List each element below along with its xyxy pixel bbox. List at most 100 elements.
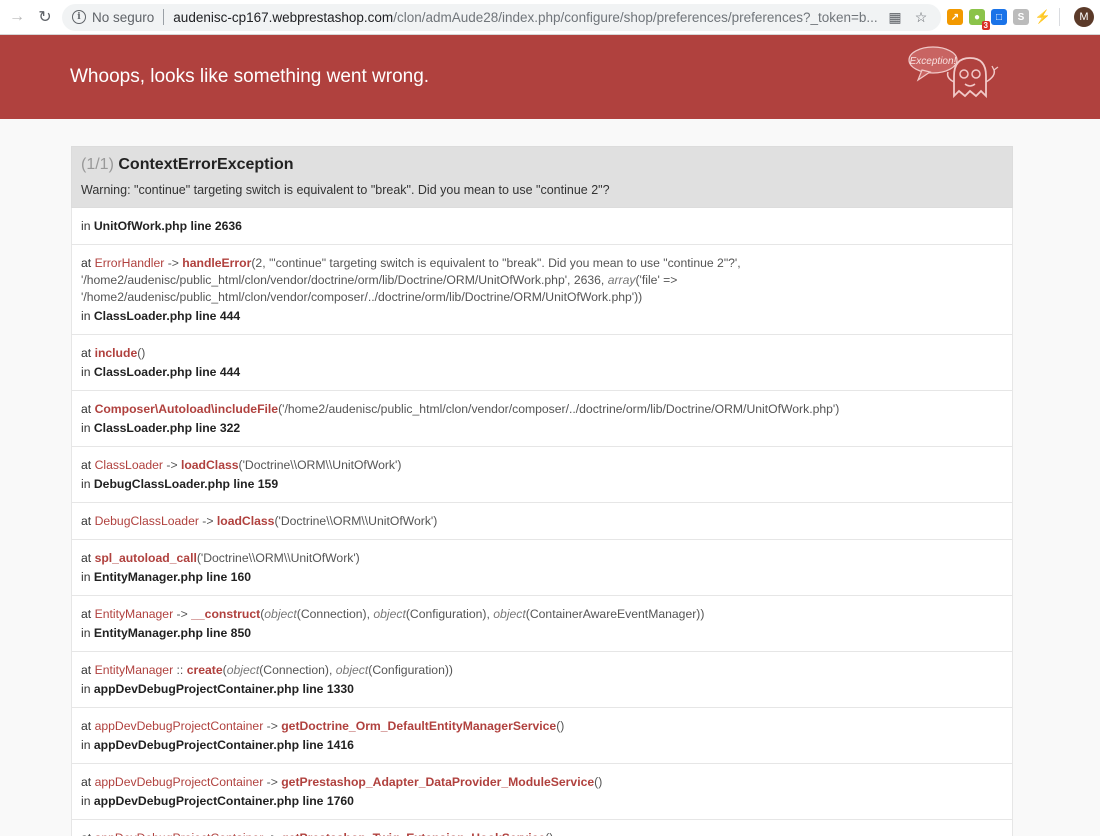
trace-operator: :: bbox=[173, 663, 187, 677]
trace-at: at bbox=[81, 402, 95, 416]
trace-row: at spl_autoload_call('Doctrine\\ORM\\Uni… bbox=[71, 540, 1013, 596]
trace-at: at bbox=[81, 775, 95, 789]
trace-location-file: ClassLoader.php line 444 bbox=[93, 365, 241, 379]
trace-at: at bbox=[81, 607, 95, 621]
trace-at: at bbox=[81, 256, 95, 270]
trace-location-file: ClassLoader.php line 322 bbox=[93, 421, 241, 435]
trace-class: ErrorHandler bbox=[94, 256, 165, 270]
trace-args: ('Doctrine\\ORM\\UnitOfWork') bbox=[238, 458, 402, 472]
url-text[interactable]: audenisc-cp167.webprestashop.com/clon/ad… bbox=[173, 10, 879, 25]
trace-location: in appDevDebugProjectContainer.php line … bbox=[81, 793, 1003, 810]
trace-at: at bbox=[81, 346, 95, 360]
trace-function: __construct bbox=[191, 607, 261, 621]
browser-toolbar: → ↻ i No seguro audenisc-cp167.webpresta… bbox=[0, 0, 1100, 35]
trace-function: create bbox=[186, 663, 223, 677]
trace-call: at Composer\Autoload\includeFile('/home2… bbox=[81, 401, 1003, 418]
trace-class: DebugClassLoader bbox=[94, 514, 199, 528]
ghost-logo: Exception! bbox=[908, 42, 1012, 112]
trace-at: at bbox=[81, 551, 95, 565]
trace-location-file: EntityManager.php line 160 bbox=[93, 570, 251, 584]
ghost-speech-label: Exception! bbox=[910, 56, 957, 67]
trace-arg-value: (Configuration)) bbox=[368, 663, 453, 677]
trace-class: appDevDebugProjectContainer bbox=[94, 775, 264, 789]
trace-args: ('Doctrine\\ORM\\UnitOfWork') bbox=[274, 514, 438, 528]
trace-call: at appDevDebugProjectContainer -> getDoc… bbox=[81, 718, 1003, 735]
trace-location-prefix: in bbox=[81, 626, 94, 640]
trace-args: () bbox=[594, 775, 603, 789]
trace-location-prefix: in bbox=[81, 682, 94, 696]
star-icon[interactable]: ☆ bbox=[911, 9, 931, 26]
trace-row: at Composer\Autoload\includeFile('/home2… bbox=[71, 391, 1013, 447]
trace-call: at DebugClassLoader -> loadClass('Doctri… bbox=[81, 513, 1003, 530]
trace-location: in UnitOfWork.php line 2636 bbox=[81, 218, 1003, 235]
trace-at: at bbox=[81, 831, 95, 836]
trace-location: in EntityManager.php line 850 bbox=[81, 625, 1003, 642]
trace-row: at ErrorHandler -> handleError(2, '"cont… bbox=[71, 245, 1013, 335]
reload-icon[interactable]: ↻ bbox=[34, 6, 56, 28]
trace-location-file: appDevDebugProjectContainer.php line 176… bbox=[93, 794, 354, 808]
trace-location-file: UnitOfWork.php line 2636 bbox=[93, 219, 242, 233]
trace-location-prefix: in bbox=[81, 738, 94, 752]
trace-arg-type: object bbox=[226, 663, 260, 677]
trace-operator: -> bbox=[164, 256, 183, 270]
trace-location-file: EntityManager.php line 850 bbox=[93, 626, 251, 640]
trace-location-file: DebugClassLoader.php line 159 bbox=[93, 477, 279, 491]
trace-function: getPrestashop_Adapter_DataProvider_Modul… bbox=[281, 775, 595, 789]
trace-location-prefix: in bbox=[81, 570, 94, 584]
trace-function: getPrestashop_Twig_Extension_HookService bbox=[281, 831, 545, 836]
profile-avatar[interactable]: M bbox=[1074, 7, 1094, 27]
trace-row: at include() in ClassLoader.php line 444 bbox=[71, 335, 1013, 391]
trace-arg-type: array bbox=[607, 273, 636, 287]
trace-function: Composer\Autoload\includeFile bbox=[94, 402, 279, 416]
trace-operator: -> bbox=[263, 775, 282, 789]
trace-args: () bbox=[556, 719, 565, 733]
trace-location-prefix: in bbox=[81, 477, 94, 491]
extension-badge: 3 bbox=[981, 21, 990, 30]
trace-location-file: appDevDebugProjectContainer.php line 133… bbox=[93, 682, 354, 696]
trace-at: at bbox=[81, 663, 95, 677]
ghost-icon: Exception! bbox=[908, 46, 999, 99]
skype-extension-icon[interactable]: S bbox=[1013, 9, 1029, 25]
trace-location: in DebugClassLoader.php line 159 bbox=[81, 476, 1003, 493]
exception-title: (1/1) ContextErrorException bbox=[81, 156, 1002, 174]
trace-arg-type: object bbox=[264, 607, 297, 621]
trace-arg-type: object bbox=[373, 607, 406, 621]
trace-class: EntityManager bbox=[94, 607, 174, 621]
address-bar[interactable]: i No seguro audenisc-cp167.webprestashop… bbox=[62, 3, 941, 31]
trace-row: at EntityManager :: create(object(Connec… bbox=[71, 652, 1013, 708]
trace-function: loadClass bbox=[180, 458, 239, 472]
trace-row: at appDevDebugProjectContainer -> getDoc… bbox=[71, 708, 1013, 764]
trace-row: at DebugClassLoader -> loadClass('Doctri… bbox=[71, 503, 1013, 540]
bolt-extension-icon[interactable]: ⚡ bbox=[1035, 9, 1051, 25]
trace-row: at EntityManager -> __construct(object(C… bbox=[71, 596, 1013, 652]
info-icon[interactable]: i bbox=[72, 10, 86, 24]
trace-call: at include() bbox=[81, 345, 1003, 362]
trace-location-file: ClassLoader.php line 444 bbox=[93, 309, 241, 323]
trace-location: in ClassLoader.php line 322 bbox=[81, 420, 1003, 437]
chart-extension-icon[interactable]: ↗ bbox=[947, 9, 963, 25]
trace-function: spl_autoload_call bbox=[94, 551, 197, 565]
trace-class: appDevDebugProjectContainer bbox=[94, 719, 264, 733]
trace-call: at EntityManager :: create(object(Connec… bbox=[81, 662, 1003, 679]
trace-function: getDoctrine_Orm_DefaultEntityManagerServ… bbox=[281, 719, 557, 733]
trace-location: in appDevDebugProjectContainer.php line … bbox=[81, 681, 1003, 698]
trace-operator: -> bbox=[198, 514, 217, 528]
trace-function: include bbox=[94, 346, 138, 360]
trace-location: in appDevDebugProjectContainer.php line … bbox=[81, 737, 1003, 754]
trace-args: () bbox=[545, 831, 553, 836]
bulb-extension-icon[interactable]: ● 3 bbox=[969, 9, 990, 30]
trace-arg-type: object bbox=[493, 607, 526, 621]
trace-location-prefix: in bbox=[81, 365, 94, 379]
page-title: Whoops, looks like something went wrong. bbox=[70, 66, 430, 87]
window-extension-icon[interactable]: □ bbox=[991, 9, 1007, 25]
trace-class: EntityManager bbox=[94, 663, 174, 677]
trace-operator: -> bbox=[163, 458, 181, 472]
back-arrow-icon[interactable]: → bbox=[6, 6, 28, 28]
trace-location: in EntityManager.php line 160 bbox=[81, 569, 1003, 586]
translate-icon[interactable]: ▦ bbox=[885, 9, 905, 26]
trace-args: ('/home2/audenisc/public_html/clon/vendo… bbox=[278, 402, 840, 416]
trace-at: at bbox=[81, 514, 95, 528]
trace-class: appDevDebugProjectContainer bbox=[95, 831, 264, 836]
trace-row: in UnitOfWork.php line 2636 bbox=[71, 208, 1013, 245]
exception-header: Whoops, looks like something went wrong.… bbox=[0, 35, 1100, 119]
